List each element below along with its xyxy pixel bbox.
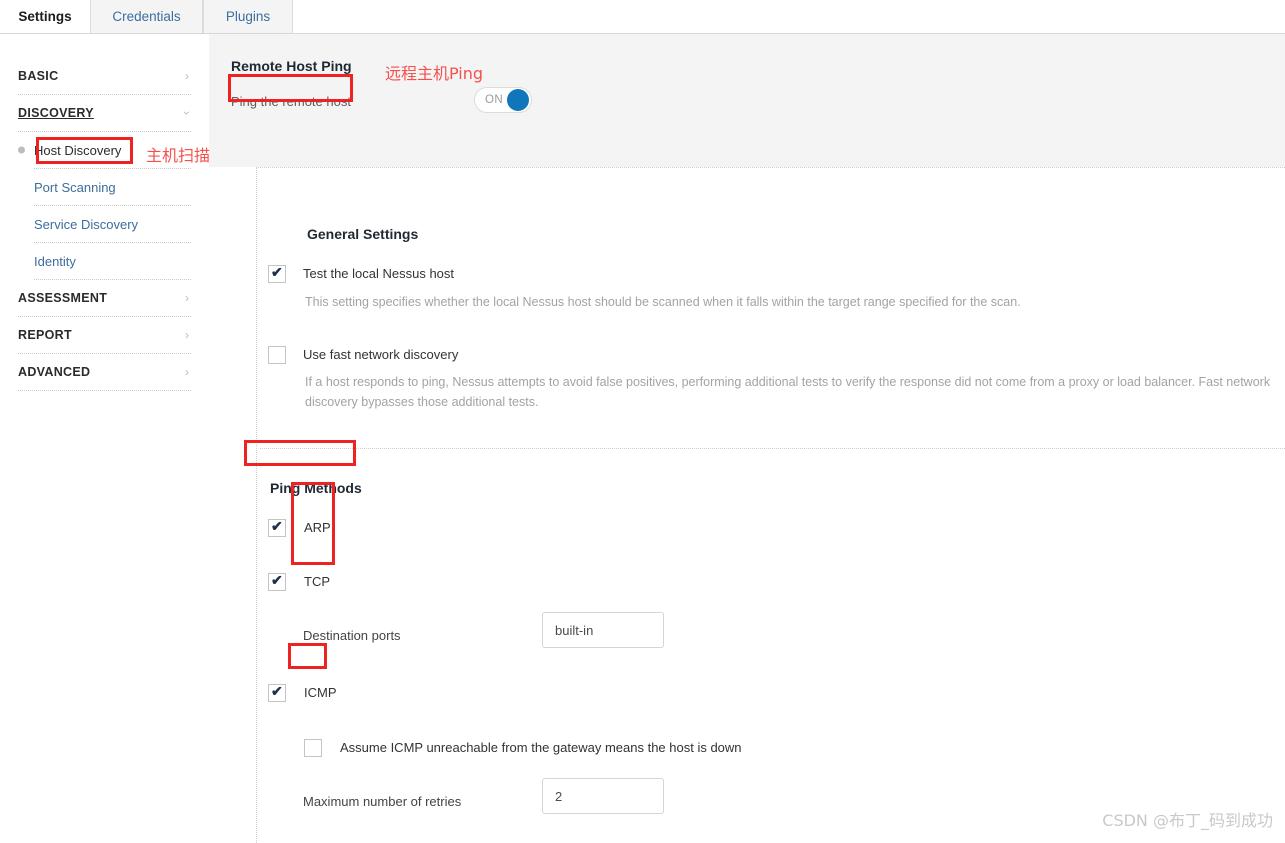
ping-remote-host-toggle[interactable]: ON: [474, 87, 532, 113]
sidebar-item-service-discovery[interactable]: Service Discovery: [34, 206, 191, 243]
sidebar-item-identity-label: Identity: [34, 253, 76, 269]
destination-ports-label: Destination ports: [303, 628, 401, 643]
settings-content: Remote Host Ping Ping the remote host ON…: [209, 34, 1285, 843]
tab-settings[interactable]: Settings: [0, 0, 90, 33]
tab-plugins-label: Plugins: [225, 9, 271, 24]
sidebar-item-port-scanning-label: Port Scanning: [34, 179, 116, 195]
sidebar-group-report-label: REPORT: [18, 328, 72, 342]
use-fast-network-discovery-description: If a host responds to ping, Nessus attem…: [305, 375, 1271, 409]
ping-methods-title: Ping Methods: [270, 480, 362, 496]
maximum-retries-input[interactable]: [542, 778, 664, 814]
use-fast-network-discovery-checkbox[interactable]: [268, 346, 286, 364]
active-bullet-icon: [18, 146, 25, 154]
arp-label: ARP: [304, 520, 331, 535]
sidebar-item-port-scanning[interactable]: Port Scanning: [34, 169, 191, 206]
chevron-right-icon: ›: [185, 69, 189, 83]
app-root: Settings Credentials Plugins BASIC › DIS…: [0, 0, 1285, 843]
sidebar-group-advanced[interactable]: ADVANCED ›: [18, 354, 191, 391]
tab-bar: Settings Credentials Plugins: [0, 0, 1285, 34]
sidebar-group-discovery-label: DISCOVERY: [18, 106, 94, 120]
sidebar-group-assessment[interactable]: ASSESSMENT ›: [18, 280, 191, 317]
assume-icmp-unreachable-checkbox[interactable]: [304, 739, 322, 757]
tab-credentials[interactable]: Credentials: [90, 0, 203, 33]
sidebar-group-report[interactable]: REPORT ›: [18, 317, 191, 354]
tab-credentials-label: Credentials: [112, 9, 181, 24]
sidebar-group-assessment-label: ASSESSMENT: [18, 291, 108, 305]
annotation-text-remote-host-ping: 远程主机Ping: [385, 64, 484, 83]
maximum-retries-label: Maximum number of retries: [303, 794, 462, 809]
settings-body: General Settings Test the local Nessus h…: [209, 167, 1285, 843]
sidebar-item-identity[interactable]: Identity: [34, 243, 191, 280]
toggle-knob: [507, 89, 529, 111]
sidebar-group-advanced-label: ADVANCED: [18, 365, 91, 379]
icmp-checkbox[interactable]: [268, 683, 286, 702]
destination-ports-input[interactable]: [542, 612, 664, 648]
arp-checkbox[interactable]: [268, 518, 286, 537]
sidebar-group-basic-label: BASIC: [18, 69, 59, 83]
icmp-label: ICMP: [304, 685, 337, 700]
tcp-checkbox[interactable]: [268, 572, 286, 591]
tab-settings-label: Settings: [18, 9, 72, 24]
test-local-nessus-host-description: This setting specifies whether the local…: [305, 295, 1021, 309]
page-title: Remote Host Ping: [231, 58, 352, 74]
chevron-right-icon: ›: [185, 365, 189, 379]
assume-icmp-unreachable-label: Assume ICMP unreachable from the gateway…: [340, 740, 742, 755]
test-local-nessus-host-label: Test the local Nessus host: [303, 266, 455, 281]
test-local-nessus-host-checkbox[interactable]: [268, 264, 286, 283]
sidebar-item-host-discovery-label: Host Discovery: [34, 142, 122, 158]
watermark-text: CSDN @布丁_码到成功: [1102, 811, 1273, 830]
section-divider: [260, 448, 1285, 449]
chevron-right-icon: ›: [185, 291, 189, 305]
sidebar-group-basic[interactable]: BASIC ›: [18, 58, 191, 95]
chevron-right-icon: ›: [185, 328, 189, 342]
annotation-text-host-discovery: 主机扫描: [146, 146, 211, 165]
general-settings-title: General Settings: [307, 226, 419, 242]
toggle-state-label: ON: [485, 94, 504, 106]
ping-remote-host-label: Ping the remote host: [231, 94, 351, 109]
use-fast-network-discovery-label: Use fast network discovery: [303, 347, 459, 362]
tab-plugins[interactable]: Plugins: [203, 0, 293, 33]
settings-body-inner: General Settings Test the local Nessus h…: [256, 167, 1285, 843]
chevron-down-icon: ›: [180, 111, 194, 115]
sidebar-group-discovery[interactable]: DISCOVERY ›: [18, 95, 194, 132]
remote-host-ping-header: Remote Host Ping Ping the remote host ON: [209, 34, 1285, 167]
tcp-label: TCP: [304, 574, 330, 589]
sidebar-item-service-discovery-label: Service Discovery: [34, 216, 139, 232]
